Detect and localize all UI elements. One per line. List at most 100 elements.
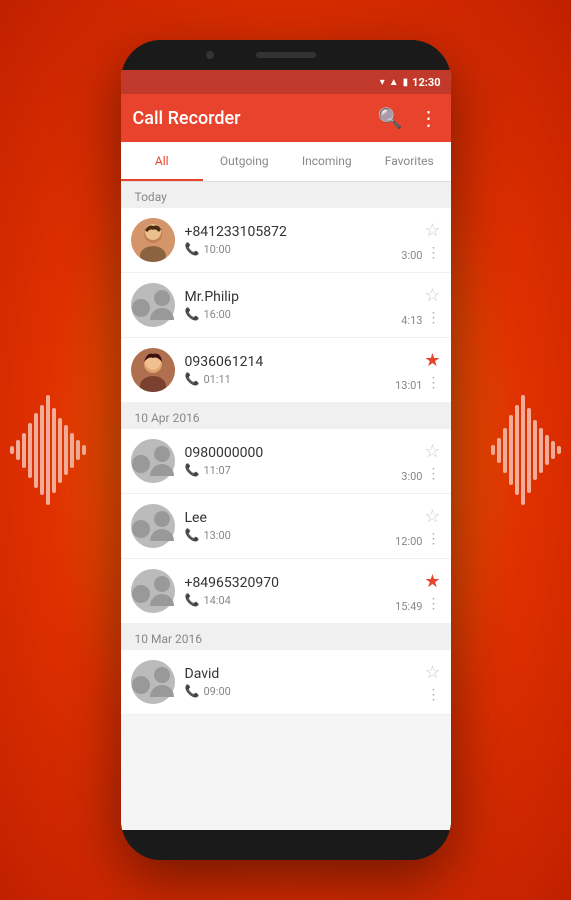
call-duration: 3:00 <box>401 470 422 483</box>
call-time-row: 📞 09:00 <box>185 684 425 698</box>
call-name: David <box>185 666 425 682</box>
call-info: 0936061214 📞 01:11 <box>185 354 425 386</box>
call-actions: ☆ ⋮ <box>424 506 440 547</box>
call-duration: 13:01 <box>395 379 422 392</box>
section-header-apr: 10 Apr 2016 <box>121 403 451 429</box>
call-time-row: 📞 01:11 <box>185 372 425 386</box>
tab-all[interactable]: All <box>121 142 204 181</box>
call-name: Mr.Philip <box>185 289 425 305</box>
call-info: 0980000000 📞 11:07 <box>185 445 425 477</box>
call-name: +841233105872 <box>185 224 425 240</box>
call-time-row: 📞 10:00 <box>185 242 425 256</box>
waveform-right <box>491 395 561 505</box>
call-type-icon: 📞 <box>185 307 200 321</box>
call-time-row: 📞 11:07 <box>185 463 425 477</box>
list-item[interactable]: David 📞 09:00 ☆ ⋮ <box>121 650 451 715</box>
call-duration: 4:13 <box>401 314 422 327</box>
list-item[interactable]: Mr.Philip 📞 16:00 ☆ ⋮ 4:13 <box>121 273 451 338</box>
call-time-row: 📞 13:00 <box>185 528 425 542</box>
phone-screen: ▾ ▲ ▮ 12:30 Call Recorder 🔍 ⋮ All Outgoi… <box>121 70 451 830</box>
call-type-icon: 📞 <box>185 242 200 256</box>
person-icon <box>150 511 174 541</box>
avatar <box>131 439 175 483</box>
star-icon[interactable]: ☆ <box>424 441 440 462</box>
person-icon <box>150 576 174 606</box>
avatar <box>131 283 175 327</box>
call-info: +84965320970 📞 14:04 <box>185 575 425 607</box>
battery-icon: ▮ <box>403 77 409 88</box>
call-time: 13:00 <box>203 529 230 542</box>
more-icon[interactable]: ⋮ <box>427 375 441 391</box>
phone-speaker <box>256 52 316 58</box>
app-title: Call Recorder <box>133 108 362 129</box>
section-header-today: Today <box>121 182 451 208</box>
list-item[interactable]: +84965320970 📞 14:04 ★ ⋮ 15:49 <box>121 559 451 624</box>
star-icon[interactable]: ☆ <box>424 662 440 683</box>
call-actions: ☆ ⋮ <box>424 220 440 261</box>
star-icon[interactable]: ☆ <box>424 506 440 527</box>
call-actions: ☆ ⋮ <box>424 662 440 703</box>
call-type-icon: 📞 <box>185 684 200 698</box>
list-item[interactable]: +841233105872 📞 10:00 ☆ ⋮ 3:00 <box>121 208 451 273</box>
avatar <box>131 348 175 392</box>
call-actions: ★ ⋮ <box>424 571 440 612</box>
star-icon[interactable]: ☆ <box>424 285 440 306</box>
call-name: 0980000000 <box>185 445 425 461</box>
call-actions: ☆ ⋮ <box>424 285 440 326</box>
call-type-icon: 📞 <box>185 372 200 386</box>
call-duration: 12:00 <box>395 535 422 548</box>
tab-favorites[interactable]: Favorites <box>368 142 451 181</box>
toolbar: Call Recorder 🔍 ⋮ <box>121 94 451 142</box>
more-icon[interactable]: ⋮ <box>427 596 441 612</box>
status-bar: ▾ ▲ ▮ 12:30 <box>121 70 451 94</box>
call-name: +84965320970 <box>185 575 425 591</box>
call-time-row: 📞 14:04 <box>185 593 425 607</box>
more-icon[interactable]: ⋮ <box>427 310 441 326</box>
person-icon <box>150 446 174 476</box>
call-info: Mr.Philip 📞 16:00 <box>185 289 425 321</box>
wifi-icon: ▾ <box>380 77 385 88</box>
more-menu-icon[interactable]: ⋮ <box>419 106 439 130</box>
call-duration: 3:00 <box>401 249 422 262</box>
person-icon <box>150 290 174 320</box>
call-time-row: 📞 16:00 <box>185 307 425 321</box>
call-time: 14:04 <box>203 594 230 607</box>
person-icon <box>150 667 174 697</box>
signal-icon: ▲ <box>389 77 399 88</box>
call-type-icon: 📞 <box>185 593 200 607</box>
call-time: 10:00 <box>203 243 230 256</box>
more-icon[interactable]: ⋮ <box>427 245 441 261</box>
list-item[interactable]: 0980000000 📞 11:07 ☆ ⋮ 3:00 <box>121 429 451 494</box>
star-icon[interactable]: ☆ <box>424 220 440 241</box>
star-icon[interactable]: ★ <box>424 350 440 371</box>
call-info: +841233105872 📞 10:00 <box>185 224 425 256</box>
more-icon[interactable]: ⋮ <box>427 466 441 482</box>
call-info: David 📞 09:00 <box>185 666 425 698</box>
avatar <box>131 569 175 613</box>
avatar <box>131 218 175 262</box>
phone-top-bar <box>121 40 451 70</box>
waveform-left <box>10 395 86 505</box>
search-icon[interactable]: 🔍 <box>378 106 403 130</box>
call-name: Lee <box>185 510 425 526</box>
list-item[interactable]: 0936061214 📞 01:11 ★ ⋮ 13:01 <box>121 338 451 403</box>
phone-bottom <box>121 830 451 860</box>
tab-incoming[interactable]: Incoming <box>286 142 369 181</box>
call-duration: 15:49 <box>395 600 422 613</box>
section-header-mar: 10 Mar 2016 <box>121 624 451 650</box>
call-actions: ★ ⋮ <box>424 350 440 391</box>
call-name: 0936061214 <box>185 354 425 370</box>
calls-list: Today +841233105872 📞 <box>121 182 451 830</box>
call-actions: ☆ ⋮ <box>424 441 440 482</box>
tab-bar: All Outgoing Incoming Favorites <box>121 142 451 182</box>
avatar <box>131 504 175 548</box>
more-icon[interactable]: ⋮ <box>427 531 441 547</box>
tab-outgoing[interactable]: Outgoing <box>203 142 286 181</box>
star-icon[interactable]: ★ <box>424 571 440 592</box>
more-icon[interactable]: ⋮ <box>427 687 441 703</box>
call-time: 09:00 <box>203 685 230 698</box>
list-item[interactable]: Lee 📞 13:00 ☆ ⋮ 12:00 <box>121 494 451 559</box>
call-time: 01:11 <box>203 373 230 386</box>
avatar <box>131 660 175 704</box>
status-time: 12:30 <box>412 76 440 89</box>
